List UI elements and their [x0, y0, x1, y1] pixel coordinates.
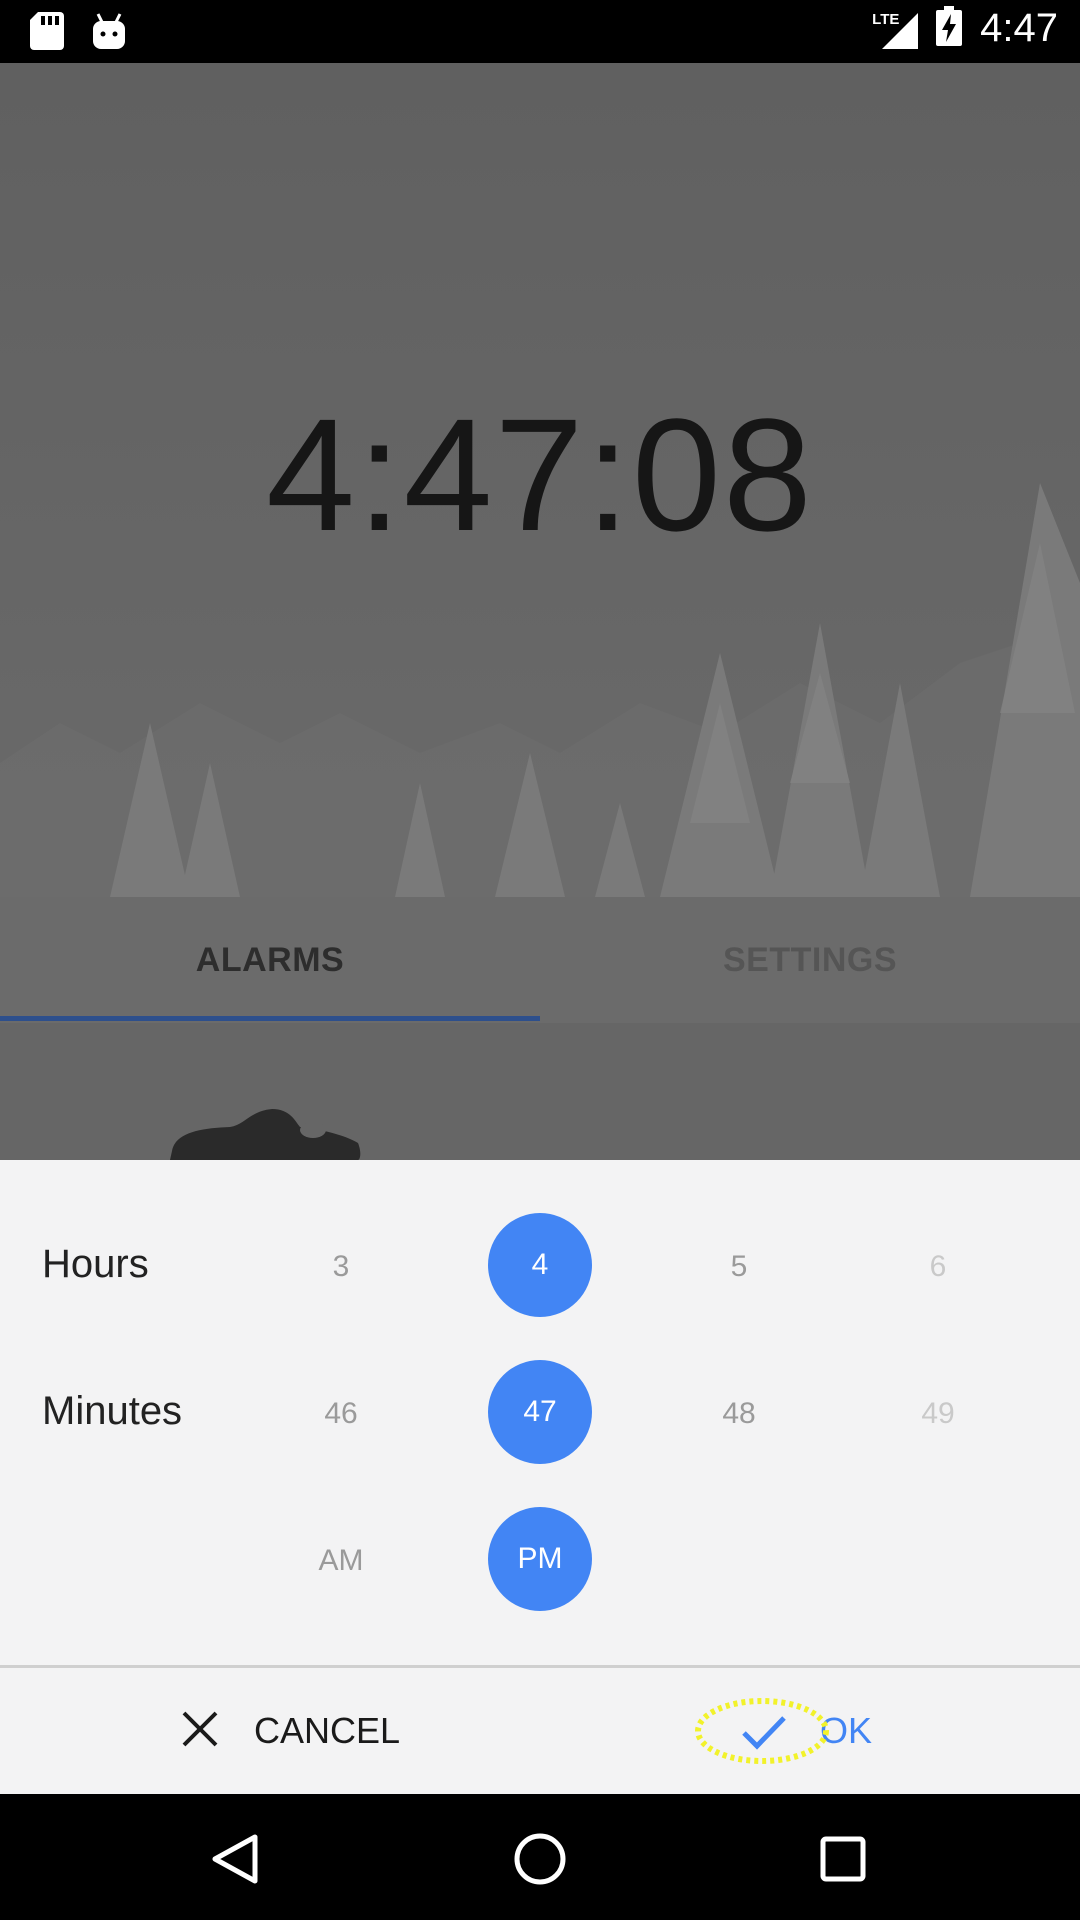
hours-label: Hours	[42, 1242, 149, 1286]
minute-option-46[interactable]: 46	[289, 1362, 393, 1466]
period-option-pm-selected[interactable]: PM	[488, 1507, 592, 1611]
alarm-list-area	[0, 1023, 1080, 1160]
tab-alarms[interactable]: ALARMS	[0, 897, 540, 1023]
home-icon[interactable]	[505, 1824, 575, 1894]
cancel-label: CANCEL	[254, 1710, 401, 1751]
empty-state-illustration	[170, 1109, 361, 1160]
checkmark-icon	[695, 1696, 850, 1766]
minutes-label: Minutes	[42, 1389, 183, 1433]
close-icon	[180, 1709, 220, 1754]
tab-indicator	[0, 1016, 540, 1021]
back-icon[interactable]	[200, 1824, 270, 1894]
minute-option-48[interactable]: 48	[687, 1362, 791, 1466]
hour-option-3[interactable]: 3	[289, 1215, 393, 1319]
recents-icon[interactable]	[808, 1824, 878, 1894]
navigation-bar	[0, 1794, 1080, 1920]
signal-icon: LTE	[872, 9, 919, 49]
hour-option-6[interactable]: 6	[886, 1215, 990, 1319]
time-picker-sheet: Hours 3 4 5 6 Minutes 46 47 48 49 AM PM …	[0, 1160, 1080, 1794]
minute-option-47-selected[interactable]: 47	[488, 1360, 592, 1464]
android-icon	[92, 12, 126, 55]
battery-charging-icon	[936, 6, 963, 51]
tab-bar: ALARMS SETTINGS	[0, 897, 1080, 1023]
current-time-display: 4:47:08	[266, 385, 814, 564]
sheet-divider	[0, 1665, 1080, 1668]
status-bar: LTE 4:47	[0, 0, 1080, 63]
hour-option-5[interactable]: 5	[687, 1215, 791, 1319]
hour-option-4-selected[interactable]: 4	[488, 1213, 592, 1317]
period-option-am[interactable]: AM	[289, 1509, 393, 1613]
wallpaper-header: 4:47:08	[0, 63, 1080, 897]
tab-settings[interactable]: SETTINGS	[540, 897, 1080, 1023]
sd-card-icon	[30, 12, 64, 55]
cancel-button[interactable]: CANCEL	[180, 1668, 400, 1794]
minute-option-49[interactable]: 49	[886, 1362, 990, 1466]
ok-button[interactable]: OK	[695, 1668, 872, 1794]
status-bar-time: 4:47	[980, 6, 1058, 50]
